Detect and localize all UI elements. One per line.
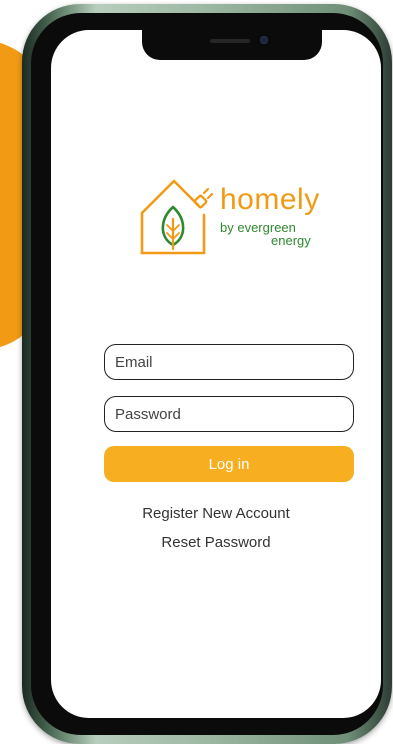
brand-name: homely bbox=[220, 183, 320, 216]
front-camera-icon bbox=[260, 36, 268, 44]
screenshot-stage: homely by evergreen energy Log in Regist… bbox=[0, 0, 393, 744]
login-button[interactable]: Log in bbox=[104, 446, 354, 482]
phone-screen: homely by evergreen energy Log in Regist… bbox=[51, 30, 381, 718]
brand-logo: homely by evergreen energy bbox=[132, 175, 332, 265]
reset-password-link[interactable]: Reset Password bbox=[51, 534, 381, 551]
password-field[interactable] bbox=[104, 396, 354, 432]
earpiece-speaker bbox=[210, 39, 250, 43]
register-new-account-link[interactable]: Register New Account bbox=[51, 505, 381, 522]
phone-notch bbox=[142, 30, 322, 60]
house-leaf-plug-icon bbox=[140, 179, 214, 255]
email-field[interactable] bbox=[104, 344, 354, 380]
phone-frame: homely by evergreen energy Log in Regist… bbox=[22, 4, 392, 744]
brand-tagline-line2: energy bbox=[271, 233, 311, 248]
